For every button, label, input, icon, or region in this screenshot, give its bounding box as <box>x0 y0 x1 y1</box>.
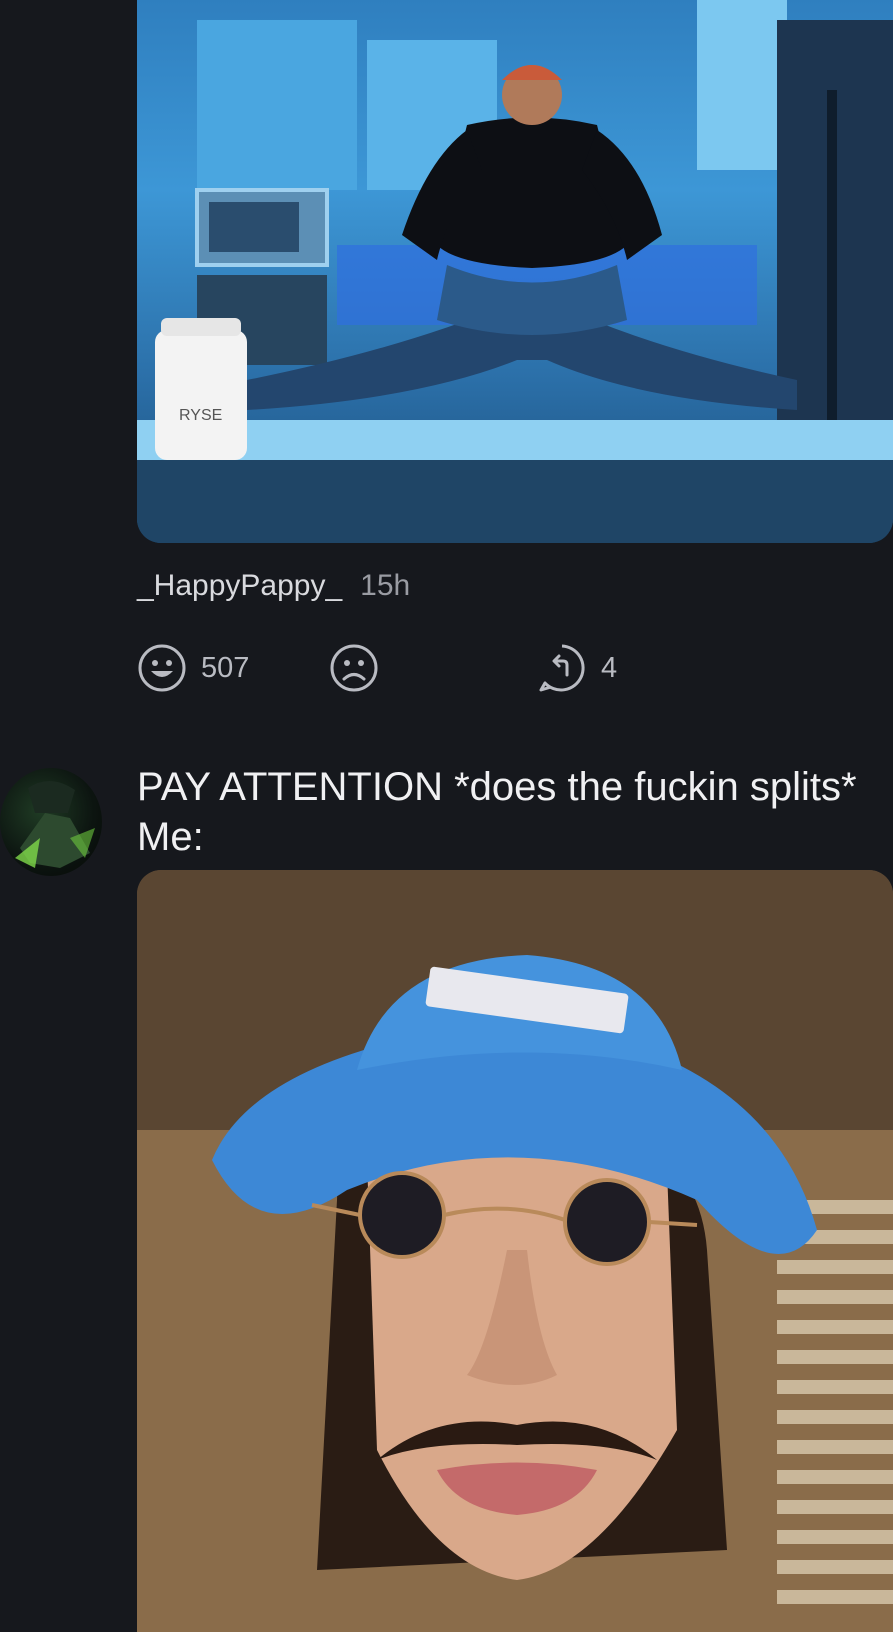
kitchen-scene-illustration: RYSE <box>137 0 893 543</box>
reply-button[interactable]: 4 <box>537 640 617 696</box>
post-image-kitchen[interactable]: RYSE <box>137 0 893 543</box>
reaction-bar: 507 4 <box>137 640 837 696</box>
bucket-hat-photo-illustration <box>137 870 893 1632</box>
upvote-button[interactable]: 507 <box>137 640 249 696</box>
post-timestamp: 15h <box>360 569 411 602</box>
product-label: RYSE <box>179 407 222 424</box>
frowning-face-icon <box>330 644 378 692</box>
reply-arrow-icon <box>539 644 585 692</box>
upvote-count: 507 <box>201 651 250 684</box>
feed-page: RYSE _HappyPappy_ 15h 507 4 PAY ATTENTIO… <box>0 0 893 1632</box>
comment-image-bucket-hat[interactable] <box>137 870 893 1632</box>
author-username[interactable]: _HappyPappy_ <box>137 569 342 603</box>
reply-count: 4 <box>601 651 618 684</box>
avatar[interactable] <box>0 768 102 876</box>
grinning-face-icon <box>138 644 186 692</box>
avatar-illustration <box>15 780 95 868</box>
comment-text: PAY ATTENTION *does the fuckin splits* M… <box>137 765 857 859</box>
downvote-button[interactable] <box>329 640 393 696</box>
post-meta: _HappyPappy_ 15h <box>137 564 410 608</box>
